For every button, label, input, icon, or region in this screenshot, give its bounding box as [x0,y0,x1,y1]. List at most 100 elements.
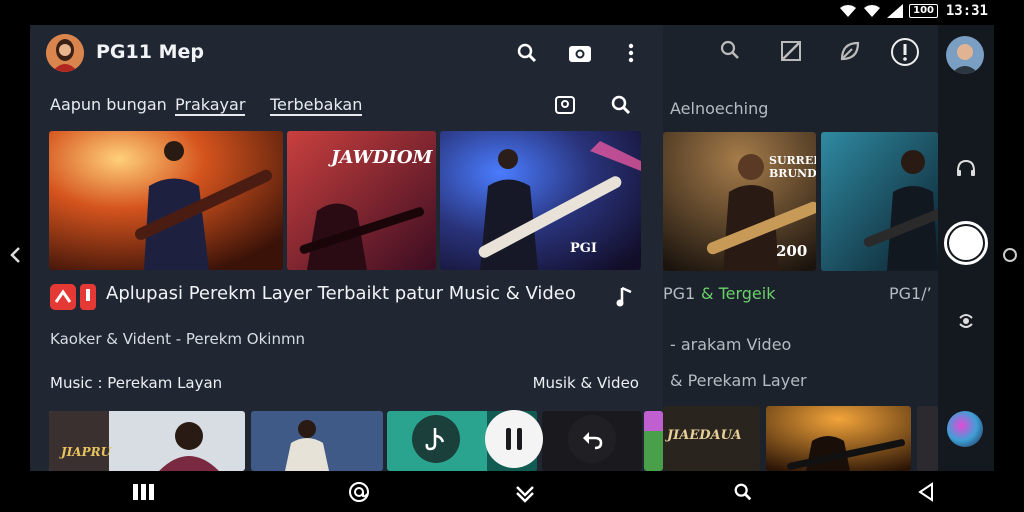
search-icon [517,43,537,63]
replay-button[interactable] [568,415,616,463]
thumbnail-edge-image [917,406,938,471]
download-button[interactable] [513,480,537,504]
thumbnail-concert-image [251,411,383,471]
video-thumbnail-4[interactable]: JIAPRU [49,411,245,471]
category-right[interactable]: Musik & Video [533,374,639,392]
edit-grid-icon [781,41,801,61]
secondary-pg-right: PG1/’ [889,284,932,303]
record-dot [949,226,983,260]
video-thumbnail-2[interactable]: JAWDIOM [287,131,436,270]
tab-terbebakan[interactable]: Terbebakan [270,95,363,116]
recents-icon [133,484,154,500]
leaf-icon [840,41,860,61]
at-button[interactable] [347,480,371,504]
back-triangle-icon [918,482,933,502]
secondary-line-2: & Perekam Layer [670,371,807,390]
video-thumbnail-5[interactable] [251,411,383,471]
info-button[interactable] [890,37,920,71]
headset-button[interactable] [952,155,980,183]
video-title-row: Aplupasi Perekm Layer Terbaikt patur Mus… [30,279,663,313]
thumbnail-band-image [766,406,911,471]
thumbnail-3-caption: PGI [570,241,597,256]
leaf-button[interactable] [838,39,862,67]
replay-icon [583,432,603,450]
video-title: Aplupasi Perekm Layer Terbaikt patur Mus… [106,283,576,304]
thumbnail-teal-guitarist-image [821,132,938,271]
thumbnail-edge-image [644,411,663,471]
thumbnail-singer-image [49,411,245,471]
secondary-thumbnail-4[interactable] [766,406,911,471]
lyrics-button[interactable] [412,415,460,463]
category-left[interactable]: Music : Perekam Layan [50,374,222,392]
search-icon [734,483,752,501]
more-vertical-icon [628,43,634,63]
cast-icon [555,96,575,114]
thumbnail-blue-stage-image [440,131,641,270]
secondary-section-label: Aelnoeching [670,99,769,118]
search-icon [720,40,739,59]
signal-icon [887,4,904,18]
chevron-left-icon [10,247,20,263]
tab-search-button[interactable] [610,94,632,120]
secondary-search-button[interactable] [719,39,741,65]
wifi-icon-2 [864,4,881,17]
app-logo-icon [50,284,96,310]
battery-indicator: 100 [909,4,938,18]
status-clock: 13:31 [945,3,988,19]
secondary-thumbnail-1-caption: SURRER BRUNDA [769,154,816,180]
edit-button[interactable] [779,39,803,67]
effects-button[interactable] [947,411,983,447]
at-sign-icon [349,482,369,502]
right-rail [938,25,994,471]
video-thumbnail-3[interactable]: PGI [440,131,641,270]
effects-orb-icon [947,411,983,447]
thumbnail-guitarist-image [49,131,283,270]
thumbnail-2-caption: JAWDIOM [331,147,433,168]
secondary-thumbnail-3-caption: JIAEDAUA [667,428,742,443]
secondary-thumbnail-3[interactable]: JIAEDAUA [663,406,760,471]
search-button[interactable] [513,39,541,67]
secondary-thumbnail-2[interactable] [821,132,938,271]
avatar-portrait [946,36,984,74]
record-button[interactable] [944,221,988,265]
secondary-thumbnail-5[interactable] [917,406,938,471]
video-thumbnail-1[interactable] [49,131,283,270]
avatar[interactable] [46,34,84,72]
headset-icon [957,159,975,176]
app-title: PG11 Mep [96,41,204,63]
wifi-icon [840,4,857,17]
more-options-button[interactable] [617,39,645,67]
camera-button[interactable] [566,39,594,67]
nav-search-button[interactable] [731,480,755,504]
search-icon [611,95,631,115]
music-note-icon[interactable] [616,286,634,308]
tab-prakayar[interactable]: Prakayar [175,95,246,116]
recents-button[interactable] [132,480,156,504]
secondary-thumbnail-1-badge: 200 [776,242,808,260]
video-thumbnail-8[interactable] [644,411,663,471]
thumbnail-4-caption: JIAPRU [61,445,112,459]
tab-aapun-bungan[interactable]: Aapun bungan [50,95,167,114]
pause-icon [506,428,522,450]
flip-camera-icon [959,314,973,328]
side-dot-button[interactable] [996,240,1024,270]
hook-icon [425,428,445,451]
secondary-pg-prefix: PG1 [663,284,696,303]
profile-avatar[interactable] [946,36,984,74]
secondary-thumbnail-1[interactable]: SURRER BRUNDA 200 [663,132,816,271]
main-panel: PG11 Mep Aapun bungan Prakayar Terbebaka… [30,25,663,471]
alert-circle-icon [891,38,919,66]
pause-button[interactable] [485,410,543,468]
previous-panel-button[interactable] [0,240,30,270]
circle-outline-icon [1003,248,1017,262]
status-icons: 100 [839,4,938,18]
cast-button[interactable] [554,95,576,119]
secondary-line-1: - arakam Video [670,335,792,354]
download-chevron-icon [516,486,534,503]
top-app-bar: PG11 Mep [30,25,663,81]
secondary-title-row: PG1 & Tergeik PG1/’ [663,279,938,313]
flip-camera-button[interactable] [952,307,980,335]
camera-icon [569,46,591,62]
secondary-panel: Aelnoeching SURRER BRUNDA 200 PG1 & Terg… [663,25,938,471]
back-button[interactable] [914,480,938,504]
